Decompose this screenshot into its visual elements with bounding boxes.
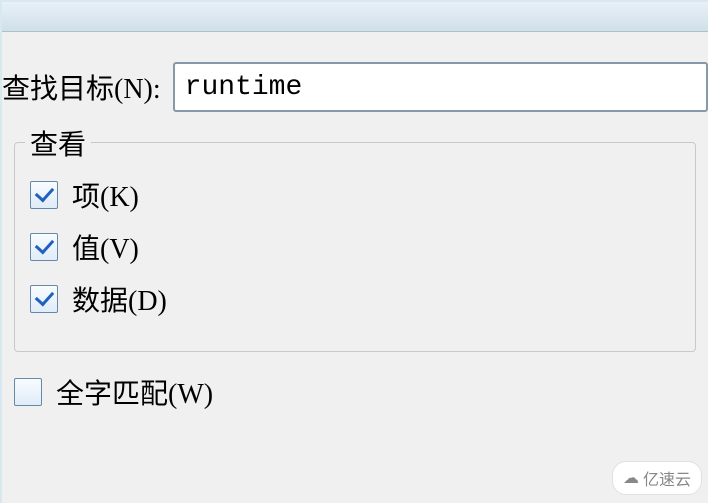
find-target-input[interactable] bbox=[173, 62, 708, 112]
view-legend: 查看 bbox=[25, 123, 91, 163]
wholeword-row: 全字匹配(W) bbox=[14, 372, 708, 412]
checkbox-row-keys: 项(K) bbox=[30, 175, 680, 215]
checkbox-values[interactable] bbox=[30, 233, 58, 261]
checkbox-data-label[interactable]: 数据(D) bbox=[72, 279, 167, 319]
checkbox-row-values: 值(V) bbox=[30, 227, 680, 267]
checkbox-data[interactable] bbox=[30, 285, 58, 313]
titlebar bbox=[2, 2, 708, 32]
content-area: 查找目标(N): 查看 项(K) 值(V) 数据(D) 全字匹配(W) bbox=[2, 32, 708, 412]
find-row: 查找目标(N): bbox=[2, 52, 708, 127]
watermark-text: 亿速云 bbox=[643, 466, 691, 490]
dialog-window: 查找目标(N): 查看 项(K) 值(V) 数据(D) 全字匹配(W) ☁ bbox=[0, 0, 708, 503]
watermark-badge: ☁ 亿速云 bbox=[612, 461, 702, 495]
checkbox-keys[interactable] bbox=[30, 181, 58, 209]
find-target-label: 查找目标(N): bbox=[2, 67, 173, 107]
checkbox-values-label[interactable]: 值(V) bbox=[72, 227, 139, 267]
checkbox-wholeword-label[interactable]: 全字匹配(W) bbox=[56, 372, 213, 412]
checkbox-row-data: 数据(D) bbox=[30, 279, 680, 319]
cloud-icon: ☁ bbox=[623, 468, 639, 488]
checkbox-wholeword[interactable] bbox=[14, 378, 42, 406]
view-groupbox: 查看 项(K) 值(V) 数据(D) bbox=[14, 142, 696, 352]
checkbox-keys-label[interactable]: 项(K) bbox=[72, 175, 139, 215]
